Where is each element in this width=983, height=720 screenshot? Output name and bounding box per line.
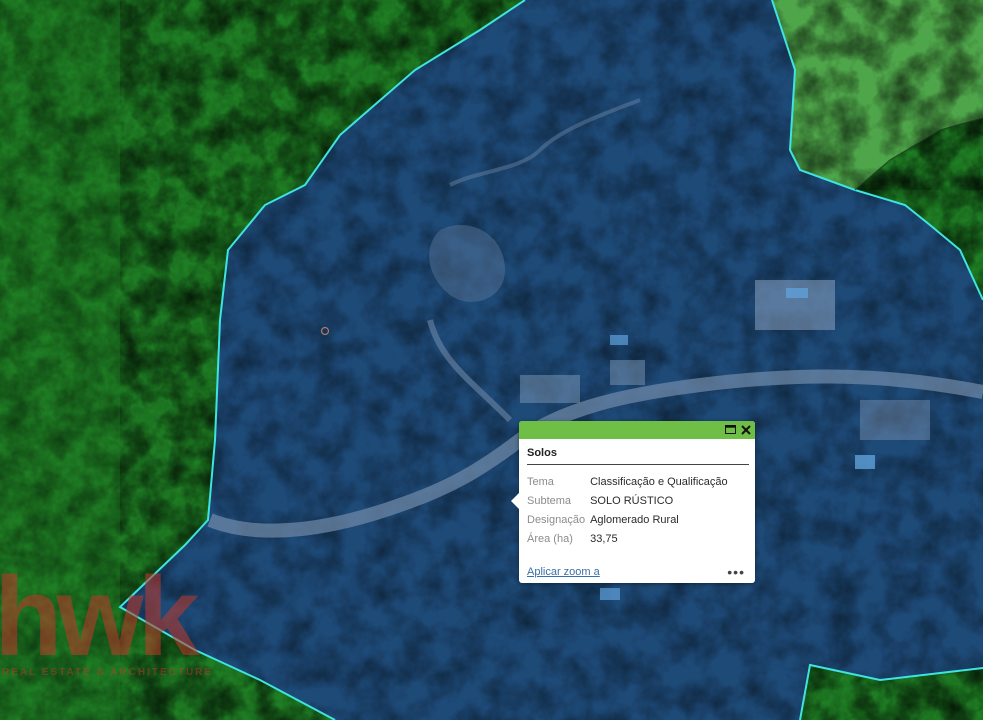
attribute-row: Área (ha) 33,75 <box>525 529 731 548</box>
zoom-to-link[interactable]: Aplicar zoom a <box>527 566 600 578</box>
hwk-watermark-logo: hwk REAL ESTATE & ARCHITECTURE <box>0 554 213 679</box>
popup-pointer <box>511 493 519 509</box>
attribute-label: Designação <box>527 513 586 526</box>
maximize-button[interactable] <box>724 423 737 436</box>
feature-popup: Solos Tema Classificação e Qualificação … <box>511 421 755 583</box>
attribute-value: 33,75 <box>590 532 618 545</box>
pool <box>610 335 628 345</box>
attribute-value: SOLO RÚSTICO <box>590 494 674 507</box>
attribute-row: Subtema SOLO RÚSTICO <box>525 491 731 510</box>
popup-footer: Aplicar zoom a ••• <box>527 565 745 579</box>
maximize-icon <box>725 425 736 434</box>
attribute-value: Classificação e Qualificação <box>590 475 728 488</box>
pool <box>600 588 620 600</box>
attribute-table: Tema Classificação e Qualificação Subtem… <box>525 472 731 548</box>
building <box>520 375 580 403</box>
more-actions-button[interactable]: ••• <box>727 565 745 579</box>
close-icon <box>740 424 751 435</box>
popup-title: Solos <box>527 447 749 465</box>
building <box>610 360 645 385</box>
watermark-tagline: REAL ESTATE & ARCHITECTURE <box>2 667 213 678</box>
attribute-row: Designação Aglomerado Rural <box>525 510 731 529</box>
pool <box>855 455 875 469</box>
attribute-label: Tema <box>527 475 554 488</box>
attribute-value: Aglomerado Rural <box>590 513 679 526</box>
popup-titlebar <box>519 421 755 439</box>
attribute-label: Subtema <box>527 494 572 507</box>
watermark-logo-text: hwk <box>0 554 201 679</box>
building <box>755 280 835 330</box>
attribute-row: Tema Classificação e Qualificação <box>525 472 731 491</box>
attribute-label: Área (ha) <box>527 532 573 545</box>
building <box>860 400 930 440</box>
pool <box>786 288 808 298</box>
close-button[interactable] <box>739 423 752 436</box>
